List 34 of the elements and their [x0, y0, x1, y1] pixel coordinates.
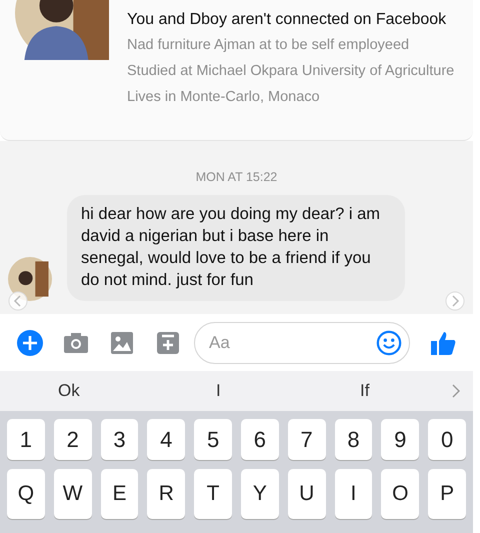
connection-status: You and Dboy aren't connected on Facebook [127, 10, 448, 30]
keyboard-key[interactable]: 4 [147, 419, 186, 460]
word-suggestion[interactable]: If [360, 381, 370, 401]
keyboard-key[interactable]: 9 [381, 419, 420, 460]
avatar [8, 257, 52, 301]
keyboard-key[interactable]: 5 [194, 419, 232, 460]
timestamp: MON AT 15:22 [196, 169, 278, 185]
add-icon[interactable] [16, 328, 44, 356]
keyboard-key[interactable]: 7 [288, 419, 326, 460]
word-suggestion[interactable]: I [216, 381, 221, 401]
keyboard-key[interactable]: P [428, 469, 466, 519]
keyboard-key[interactable]: Q [7, 469, 45, 519]
keyboard-key[interactable]: Y [240, 469, 279, 519]
message-bubble: hi dear how are you doing my dear? i am david a nigerian but i base here in senegal, would love to be a friend if you do not mind. just for fun [67, 195, 405, 301]
word-suggestion[interactable]: Ok [58, 381, 80, 401]
keyboard-key[interactable]: E [100, 469, 138, 519]
keyboard-key[interactable]: 6 [240, 419, 279, 460]
keyboard-key[interactable]: W [54, 469, 92, 519]
keyboard-key[interactable]: 1 [7, 419, 45, 460]
profile-detail: Nad furniture Ajman at to be self employeed [127, 36, 410, 54]
keyboard-key[interactable]: I [334, 469, 372, 519]
keyboard-key[interactable]: T [194, 469, 232, 519]
keyboard-key[interactable]: 0 [428, 419, 466, 460]
emoji-icon[interactable] [376, 330, 402, 356]
keyboard-key[interactable]: R [147, 469, 186, 519]
profile-detail: Lives in Monte-Carlo, Monaco [127, 88, 321, 106]
keyboard-key[interactable]: 8 [334, 419, 372, 460]
keyboard-key[interactable]: 2 [54, 419, 92, 460]
keyboard-key[interactable]: U [288, 469, 326, 519]
message-input[interactable]: Aa [194, 322, 410, 364]
keyboard-key[interactable]: 3 [100, 419, 138, 460]
keyboard-key[interactable]: O [381, 469, 420, 519]
chevron-right-icon[interactable] [451, 383, 461, 399]
profile-detail: Studied at Michael Okpara University of Agriculture [127, 62, 456, 80]
